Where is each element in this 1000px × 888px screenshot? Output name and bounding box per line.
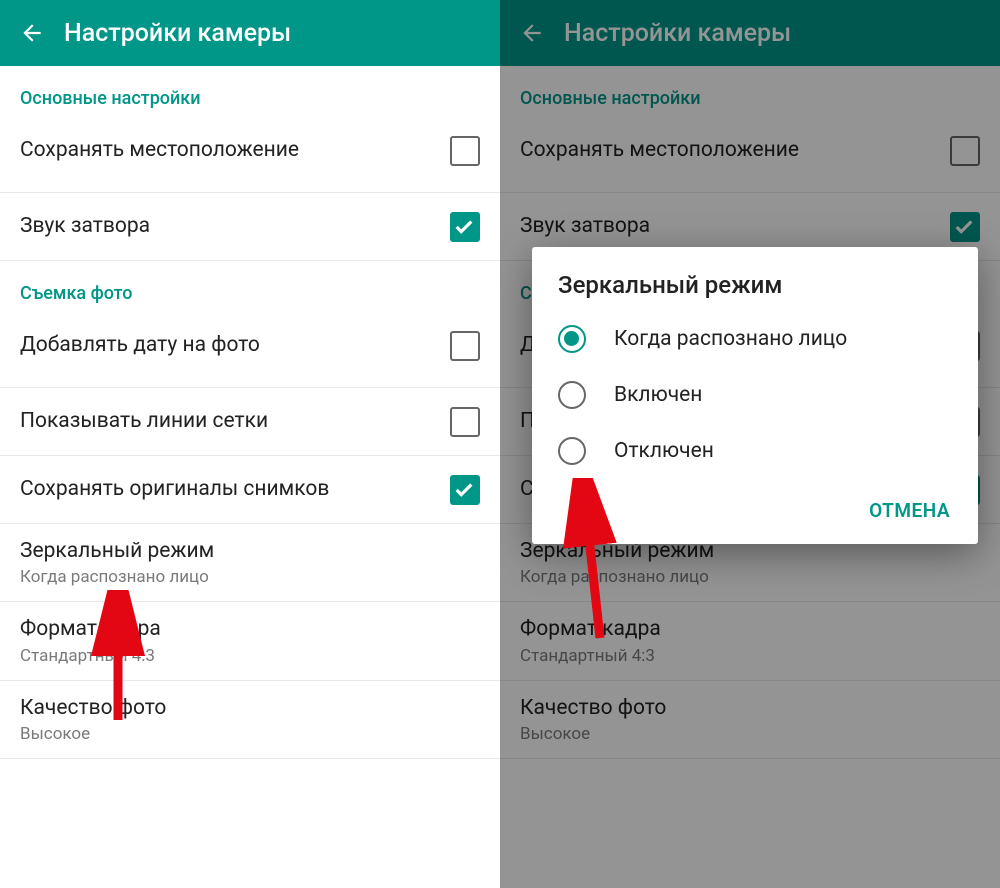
dialog-title: Зеркальный режим	[532, 247, 978, 311]
row-grid-lines[interactable]: Показывать линии сетки	[0, 388, 500, 456]
check-icon	[453, 216, 475, 238]
row-label: Качество фото	[20, 695, 480, 722]
row-frame-format[interactable]: Формат кадра Стандартный 4:3	[0, 602, 500, 680]
row-label: Звук затвора	[20, 213, 150, 240]
row-sublabel: Стандартный 4:3	[20, 646, 480, 666]
mirror-mode-dialog: Зеркальный режим Когда распознано лицо В…	[532, 247, 978, 544]
row-shutter-sound[interactable]: Звук затвора	[0, 193, 500, 261]
radio-option-enabled[interactable]: Включен	[532, 367, 978, 423]
checkbox-unchecked[interactable]	[450, 331, 480, 361]
dialog-actions: ОТМЕНА	[532, 479, 978, 544]
radio-option-face-detected[interactable]: Когда распознано лицо	[532, 311, 978, 367]
radio-unselected-icon	[558, 437, 586, 465]
row-sublabel: Высокое	[20, 724, 480, 744]
arrow-back-icon	[19, 20, 45, 46]
radio-option-disabled[interactable]: Отключен	[532, 423, 978, 479]
row-sublabel: Когда распознано лицо	[20, 567, 480, 587]
cancel-button[interactable]: ОТМЕНА	[859, 491, 960, 530]
radio-label: Когда распознано лицо	[614, 327, 847, 351]
row-label: Сохранять оригиналы снимков	[20, 476, 329, 503]
row-label: Добавлять дату на фото	[20, 332, 260, 359]
appbar: Настройки камеры	[0, 0, 500, 66]
settings-content: Основные настройки Сохранять местоположе…	[0, 66, 500, 759]
row-mirror-mode[interactable]: Зеркальный режим Когда распознано лицо	[0, 524, 500, 602]
appbar-title: Настройки камеры	[64, 19, 291, 48]
section-header-main: Основные настройки	[0, 66, 500, 125]
section-header-photo: Съемка фото	[0, 261, 500, 320]
radio-unselected-icon	[558, 381, 586, 409]
row-photo-quality[interactable]: Качество фото Высокое	[0, 681, 500, 759]
row-label: Сохранять местоположение	[20, 137, 299, 164]
screen-settings-left: Настройки камеры Основные настройки Сохр…	[0, 0, 500, 888]
row-save-location[interactable]: Сохранять местоположение	[0, 125, 500, 193]
radio-label: Включен	[614, 383, 702, 407]
row-save-originals[interactable]: Сохранять оригиналы снимков	[0, 456, 500, 524]
row-label: Формат кадра	[20, 616, 480, 643]
radio-label: Отключен	[614, 439, 714, 463]
row-label: Показывать линии сетки	[20, 408, 268, 435]
row-label: Зеркальный режим	[20, 538, 480, 565]
radio-selected-icon	[558, 325, 586, 353]
checkbox-unchecked[interactable]	[450, 407, 480, 437]
row-add-date[interactable]: Добавлять дату на фото	[0, 320, 500, 388]
screen-settings-right: Настройки камеры Основные настройки Сохр…	[500, 0, 1000, 888]
checkbox-checked[interactable]	[450, 475, 480, 505]
back-button[interactable]	[12, 13, 52, 53]
check-icon	[453, 479, 475, 501]
checkbox-unchecked[interactable]	[450, 136, 480, 166]
checkbox-checked[interactable]	[450, 212, 480, 242]
